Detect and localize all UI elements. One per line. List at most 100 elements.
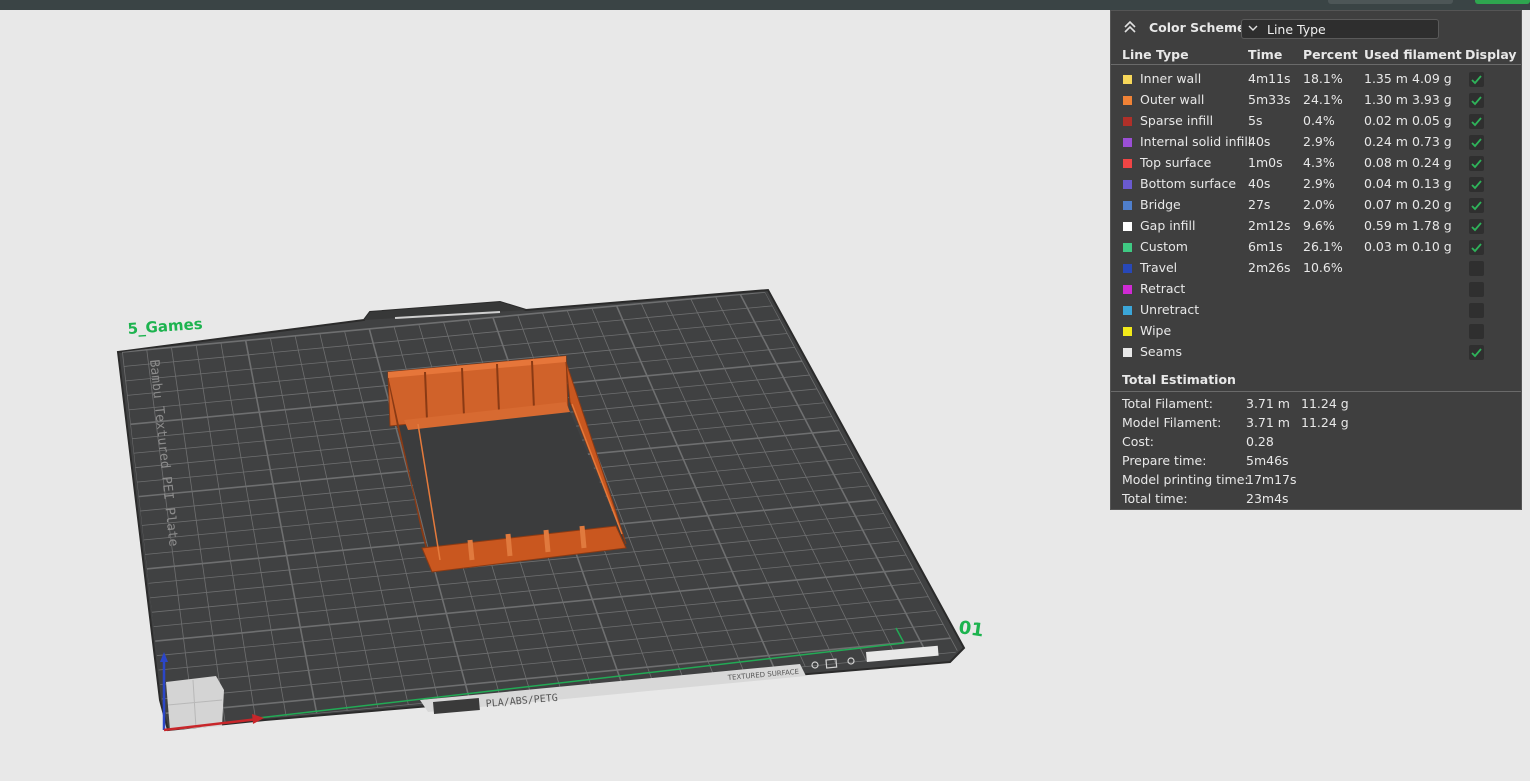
total-value: 3.71 m bbox=[1246, 396, 1290, 411]
color-swatch bbox=[1123, 138, 1132, 147]
color-swatch bbox=[1123, 117, 1132, 126]
line-type-percent: 0.4% bbox=[1303, 113, 1335, 128]
display-checkbox[interactable] bbox=[1469, 198, 1484, 213]
line-type-row: Bottom surface 40s 2.9% 0.04 m 0.13 g bbox=[1111, 174, 1521, 195]
line-type-name: Custom bbox=[1140, 239, 1188, 254]
line-type-meters: 0.02 m bbox=[1364, 113, 1408, 128]
total-value: 0.28 bbox=[1246, 434, 1274, 449]
display-checkbox[interactable] bbox=[1469, 345, 1484, 360]
total-estimation-title: Total Estimation bbox=[1122, 372, 1236, 387]
total-value-secondary: 11.24 g bbox=[1301, 415, 1349, 430]
color-scheme-value: Line Type bbox=[1267, 22, 1326, 37]
line-type-list: Inner wall 4m11s 18.1% 1.35 m 4.09 g Outer wa… bbox=[1111, 65, 1521, 363]
line-type-meters: 0.04 m bbox=[1364, 176, 1408, 191]
display-checkbox[interactable] bbox=[1469, 219, 1484, 234]
line-type-time: 2m12s bbox=[1248, 218, 1291, 233]
check-icon bbox=[1471, 201, 1482, 211]
line-type-time: 4m11s bbox=[1248, 71, 1291, 86]
line-type-percent: 2.9% bbox=[1303, 176, 1335, 191]
line-type-grams: 0.13 g bbox=[1412, 176, 1452, 191]
display-checkbox[interactable] bbox=[1469, 324, 1484, 339]
color-swatch bbox=[1123, 285, 1132, 294]
plate-name-label: 5_Games bbox=[127, 315, 203, 338]
line-type-time: 6m1s bbox=[1248, 239, 1283, 254]
line-type-name: Wipe bbox=[1140, 323, 1172, 338]
line-type-name: Travel bbox=[1140, 260, 1178, 275]
line-type-row: Wipe bbox=[1111, 321, 1521, 342]
line-type-percent: 2.0% bbox=[1303, 197, 1335, 212]
top-toolbar bbox=[0, 0, 1530, 10]
display-checkbox[interactable] bbox=[1469, 177, 1484, 192]
color-swatch bbox=[1123, 306, 1132, 315]
display-checkbox[interactable] bbox=[1469, 93, 1484, 108]
line-type-row: Bridge 27s 2.0% 0.07 m 0.20 g bbox=[1111, 195, 1521, 216]
header-percent: Percent bbox=[1303, 47, 1358, 62]
line-type-meters: 1.35 m bbox=[1364, 71, 1408, 86]
display-checkbox[interactable] bbox=[1469, 114, 1484, 129]
line-type-name: Bottom surface bbox=[1140, 176, 1237, 191]
total-label: Prepare time: bbox=[1122, 453, 1207, 468]
line-type-row: Retract bbox=[1111, 279, 1521, 300]
line-type-name: Retract bbox=[1140, 281, 1186, 296]
toolbar-tab-indicator[interactable] bbox=[1328, 0, 1453, 4]
collapse-up-icon[interactable] bbox=[1123, 20, 1137, 34]
line-type-row: Gap infill 2m12s 9.6% 0.59 m 1.78 g bbox=[1111, 216, 1521, 237]
line-type-meters: 0.07 m bbox=[1364, 197, 1408, 212]
check-icon bbox=[1471, 117, 1482, 127]
line-type-percent: 18.1% bbox=[1303, 71, 1343, 86]
display-checkbox[interactable] bbox=[1469, 261, 1484, 276]
line-type-grams: 0.73 g bbox=[1412, 134, 1452, 149]
color-swatch bbox=[1123, 222, 1132, 231]
header-display: Display bbox=[1465, 47, 1517, 62]
line-type-row: Unretract bbox=[1111, 300, 1521, 321]
line-type-meters: 0.59 m bbox=[1364, 218, 1408, 233]
total-row: Prepare time: 5m46s bbox=[1111, 452, 1521, 471]
line-type-percent: 26.1% bbox=[1303, 239, 1343, 254]
total-value: 5m46s bbox=[1246, 453, 1289, 468]
color-swatch bbox=[1123, 96, 1132, 105]
display-checkbox[interactable] bbox=[1469, 240, 1484, 255]
total-row: Total time: 23m4s bbox=[1111, 490, 1521, 509]
total-label: Cost: bbox=[1122, 434, 1155, 449]
check-icon bbox=[1471, 222, 1482, 232]
line-type-name: Inner wall bbox=[1140, 71, 1202, 86]
toolbar-tab-indicator-active[interactable] bbox=[1475, 0, 1530, 4]
display-checkbox[interactable] bbox=[1469, 72, 1484, 87]
line-type-row: Inner wall 4m11s 18.1% 1.35 m 4.09 g bbox=[1111, 69, 1521, 90]
display-checkbox[interactable] bbox=[1469, 303, 1484, 318]
line-type-name: Bridge bbox=[1140, 197, 1181, 212]
display-checkbox[interactable] bbox=[1469, 156, 1484, 171]
color-swatch bbox=[1123, 201, 1132, 210]
total-label: Model Filament: bbox=[1122, 415, 1222, 430]
line-type-grams: 0.05 g bbox=[1412, 113, 1452, 128]
line-type-percent: 9.6% bbox=[1303, 218, 1335, 233]
check-icon bbox=[1471, 138, 1482, 148]
line-type-time: 40s bbox=[1248, 134, 1271, 149]
line-type-grams: 1.78 g bbox=[1412, 218, 1452, 233]
line-type-meters: 1.30 m bbox=[1364, 92, 1408, 107]
total-label: Model printing time: bbox=[1122, 472, 1249, 487]
line-type-name: Unretract bbox=[1140, 302, 1200, 317]
line-type-name: Internal solid infill bbox=[1140, 134, 1252, 149]
color-swatch bbox=[1123, 159, 1132, 168]
check-icon bbox=[1471, 159, 1482, 169]
line-type-time: 2m26s bbox=[1248, 260, 1291, 275]
line-type-meters: 0.08 m bbox=[1364, 155, 1408, 170]
check-icon bbox=[1471, 180, 1482, 190]
line-type-percent: 2.9% bbox=[1303, 134, 1335, 149]
total-estimation-list: Total Filament: 3.71 m 11.24 g Model Filame… bbox=[1111, 392, 1521, 509]
color-scheme-label: Color Scheme bbox=[1149, 20, 1246, 35]
total-label: Total Filament: bbox=[1122, 396, 1213, 411]
line-type-row: Travel 2m26s 10.6% bbox=[1111, 258, 1521, 279]
color-swatch bbox=[1123, 180, 1132, 189]
total-value-secondary: 11.24 g bbox=[1301, 396, 1349, 411]
line-type-grams: 0.10 g bbox=[1412, 239, 1452, 254]
total-row: Model printing time: 17m17s bbox=[1111, 471, 1521, 490]
legend-header: Color Scheme Line Type bbox=[1111, 11, 1521, 45]
total-label: Total time: bbox=[1122, 491, 1188, 506]
color-swatch bbox=[1123, 243, 1132, 252]
display-checkbox[interactable] bbox=[1469, 135, 1484, 150]
display-checkbox[interactable] bbox=[1469, 282, 1484, 297]
color-scheme-dropdown[interactable]: Line Type bbox=[1241, 19, 1439, 39]
total-value: 23m4s bbox=[1246, 491, 1289, 506]
